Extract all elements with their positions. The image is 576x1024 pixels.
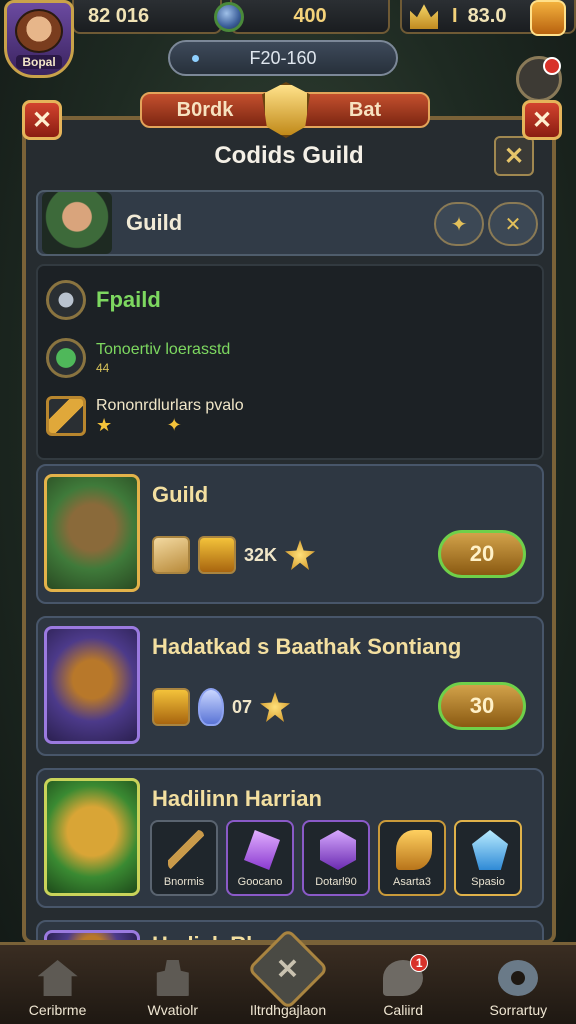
crown-icon [410,4,438,29]
item-slot-label: Bnormis [163,876,205,888]
guild-header: Guild ✦ ✕ [36,190,544,256]
info-row-2-text: Tonoertiv loerasstd [96,341,231,358]
player-name: Bopal [16,55,62,69]
info-row-2-subtext: 44 [96,361,110,375]
panel-title: Codids Guild [214,142,364,169]
star-icon: ★ [96,414,113,435]
top-hud: Bopal 82 016 400 I 83.0 F20-160 [0,0,576,102]
nav-label: Ceribrme [28,1002,87,1018]
item-slot-label: Asarta3 [393,876,431,888]
resource-bar-a[interactable]: 82 016 [72,0,222,34]
level-progress-value: F20-160 [249,47,317,68]
header-banner: B0rdk Bat [140,82,430,138]
item-slot[interactable]: Bnormis [150,820,218,896]
nav-label: Wvatiolr [147,1002,199,1018]
guild-info-box: Fpaild Tonoertiv loerasstd 44 Rononrdlur… [36,264,544,460]
sapphire-icon [472,830,508,870]
guild-name: Guild [126,210,183,235]
wand-icon [168,830,204,870]
card-title: Guild [152,482,209,507]
card-rewards: 07 [152,688,291,726]
golden-book-art [44,778,140,896]
horn-icon [396,830,432,870]
resource-b-value: 400 [293,4,327,27]
sword-icon [46,396,86,436]
reward-count: 07 [232,696,253,717]
item-slot-label: Dotarl90 [315,876,357,888]
item-slot[interactable]: Asarta3 [378,820,446,896]
player-avatar[interactable]: Bopal [4,0,74,78]
buy-button[interactable]: 30 [438,682,526,730]
nav-item-settings[interactable]: Sorrartuy [463,960,573,1018]
info-row-2: Tonoertiv loerasstd 44 [46,338,230,378]
amethyst-icon [244,830,280,870]
shop-card[interactable]: Hadilinn Harrian Bnormis Goocano Dotarl9… [36,768,544,908]
resource-c-separator: I [452,4,458,27]
nav-item-chat[interactable]: 1 Caliird [348,954,458,1018]
guild-close-button[interactable]: ✕ [488,202,538,246]
home-icon [37,960,78,996]
info-row-3-text: Rononrdlurlars pvalo [96,396,244,414]
guild-leader-portrait [42,192,112,254]
shop-card[interactable]: Guild 32K 20 [36,464,544,604]
item-slot[interactable]: Spasio [454,820,522,896]
resource-bar-b[interactable]: 400 [230,0,390,34]
status-dot-icon [192,54,199,62]
blade-icon [46,280,86,320]
info-row-1: Fpaild [46,280,161,320]
item-slot-label: Goocano [237,876,283,888]
close-left-button[interactable]: ✕ [22,100,62,140]
crossed-swords-icon: ✕ [246,927,329,1011]
cannon-art [44,626,140,744]
nav-item-battle[interactable]: ✕ Iltrdhgajlaon [233,927,343,1018]
reward-count: 32K [244,544,278,565]
guild-emblem-button[interactable]: ✦ [434,202,484,246]
shield-emblem-icon [262,82,310,138]
tower-icon [156,960,189,996]
notification-badge: 1 [410,954,429,972]
item-slot[interactable]: Goocano [226,820,294,896]
gold-chest-icon [198,536,236,574]
star-icon: ✦ [166,414,182,435]
armored-hero-art [44,474,140,592]
panel-close-button[interactable]: ✕ [494,136,534,176]
nav-label: Sorrartuy [489,1002,548,1018]
bottom-nav: Ceribrme Wvatiolr ✕ Iltrdhgajlaon 1 Cali… [0,927,576,1024]
scroll-icon [152,536,190,574]
gem-icon [214,2,244,32]
card-rewards: 32K [152,536,316,574]
notification-bell-icon[interactable] [516,56,562,102]
info-row-3: Rononrdlurlars pvalo ★ ✦ [46,396,244,436]
gear-icon [498,960,539,996]
gold-chest-icon [152,688,190,726]
star-badge-icon [285,540,316,570]
card-title: Hadilinn Harrian [152,786,322,811]
level-progress-bar: F20-160 [168,40,398,76]
item-slots: Bnormis Goocano Dotarl90 Asarta3 Spasio [150,820,522,896]
resource-a-value: 82 016 [88,4,150,27]
nav-item-tower[interactable]: Wvatiolr [118,960,228,1018]
item-slot-label: Spasio [471,876,505,888]
treasure-chest-icon[interactable] [530,0,566,36]
info-row-1-text: Fpaild [96,287,161,312]
guild-panel: Codids Guild ✕ Guild ✦ ✕ Fpaild Tonoerti… [22,116,556,944]
close-right-button[interactable]: ✕ [522,100,562,140]
buy-button[interactable]: 20 [438,530,526,578]
resource-bar-c[interactable]: I 83.0 [400,0,576,36]
banner-right-tab[interactable]: Bat [300,92,430,128]
crystal-icon [198,688,224,726]
nav-item-home[interactable]: Ceribrme [3,960,113,1018]
check-shield-icon [46,338,86,378]
shop-card[interactable]: Hadatkad s Baathak Sontiang 07 30 [36,616,544,756]
cube-icon [320,830,356,870]
item-slot[interactable]: Dotarl90 [302,820,370,896]
resource-c-value: 83.0 [467,4,507,27]
card-title: Hadatkad s Baathak Sontiang [152,634,462,659]
banner-left-tab[interactable]: B0rdk [140,92,270,128]
avatar-portrait [15,9,63,53]
star-badge-icon [260,692,291,722]
nav-label: Caliird [383,1002,423,1018]
